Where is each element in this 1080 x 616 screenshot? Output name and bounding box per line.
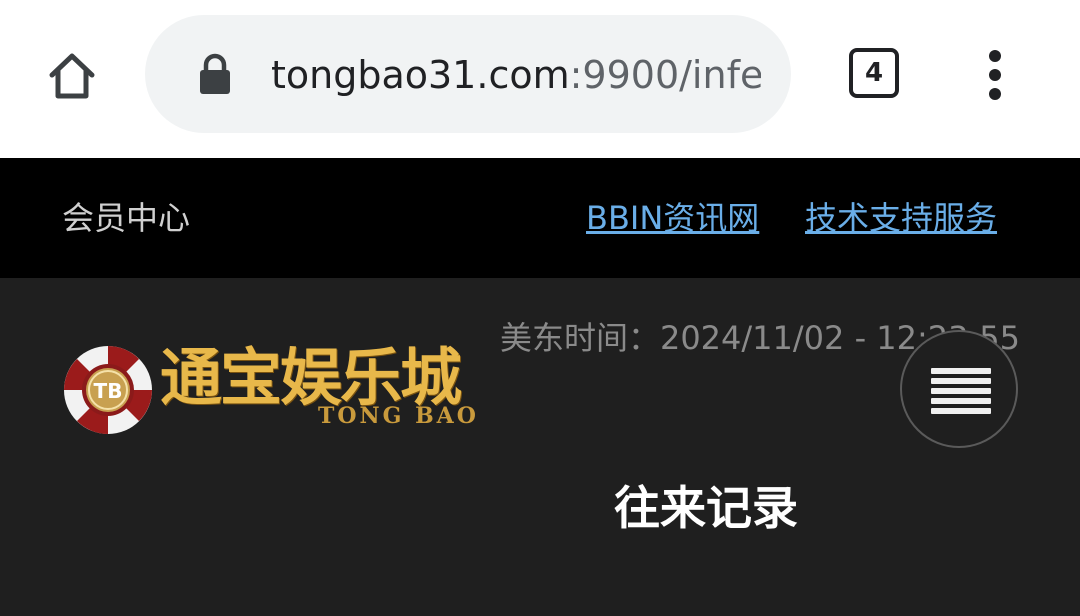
address-bar[interactable]: tongbao31.com:9900/infe: [145, 15, 791, 133]
url-path: :9900/infe: [569, 53, 761, 97]
browser-toolbar: tongbao31.com:9900/infe 4: [0, 0, 1080, 158]
tab-switcher-button[interactable]: 4: [849, 48, 899, 98]
url-host: tongbao31.com: [271, 53, 570, 97]
home-button[interactable]: [36, 40, 108, 112]
url-text[interactable]: tongbao31.com:9900/infe: [271, 49, 761, 101]
hamburger-menu-button[interactable]: [900, 330, 1018, 448]
member-center-label[interactable]: 会员中心: [62, 196, 190, 240]
site-header: 美东时间：2024/11/02 - 12:23:55 TB 通宝娱乐城 TONG…: [0, 278, 1080, 616]
site-topbar: 会员中心 BBIN资讯网 技术支持服务: [0, 158, 1080, 278]
menu-line: [931, 378, 991, 384]
menu-line: [931, 368, 991, 374]
time-label: 美东时间：: [499, 319, 660, 357]
casino-chip-logo-icon[interactable]: TB: [62, 344, 154, 436]
menu-line: [931, 408, 991, 414]
tech-support-link[interactable]: 技术支持服务: [805, 196, 997, 240]
more-vert-icon[interactable]: [970, 44, 1020, 106]
menu-line: [931, 398, 991, 404]
page-title: 往来记录: [614, 481, 798, 535]
lock-icon: [200, 53, 230, 94]
bbin-news-link[interactable]: BBIN资讯网: [586, 196, 759, 240]
home-icon: [49, 53, 95, 99]
logo-chip-text: TB: [94, 379, 123, 403]
menu-line: [931, 388, 991, 394]
logo-text-english: TONG BAO: [318, 403, 479, 429]
